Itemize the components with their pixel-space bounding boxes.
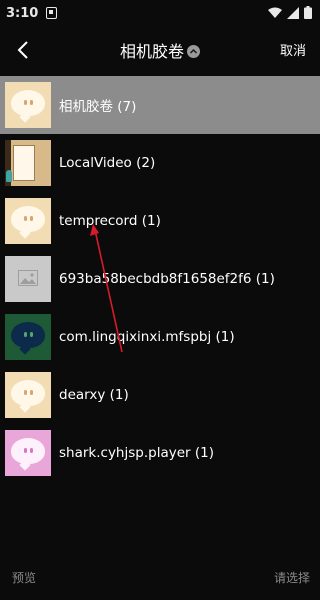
album-thumbnail — [5, 256, 51, 302]
album-label: shark.cyhjsp.player (1) — [59, 445, 214, 461]
notification-icon — [46, 7, 58, 19]
album-row-hash[interactable]: 693ba58becbdb8f1658ef2f6 (1) — [0, 250, 320, 308]
cancel-button[interactable]: 取消 — [280, 40, 306, 59]
album-row-dearxy[interactable]: dearxy (1) — [0, 366, 320, 424]
status-time: 3:10 — [6, 5, 39, 21]
album-label: com.lingqixinxi.mfspbj (1) — [59, 329, 235, 345]
signal-icon — [287, 6, 299, 19]
album-row-camera-roll[interactable]: 相机胶卷 (7) — [0, 76, 320, 134]
chat-bubble-icon — [11, 380, 45, 413]
select-button[interactable]: 请选择 — [274, 569, 310, 586]
chat-bubble-icon — [11, 206, 45, 239]
page-title: 相机胶卷 — [119, 42, 184, 61]
top-bar: 相机胶卷 取消 — [0, 26, 320, 76]
album-thumbnail — [5, 82, 51, 128]
battery-icon — [304, 6, 312, 19]
album-thumbnail — [5, 314, 51, 360]
status-bar: 3:10 — [0, 0, 320, 26]
chevron-up-circle-icon — [187, 45, 200, 58]
chat-bubble-icon — [11, 438, 45, 471]
image-placeholder-icon — [18, 270, 38, 286]
album-list: 相机胶卷 (7) LocalVideo (2) temprecord (1) 6… — [0, 76, 320, 482]
chat-bubble-icon — [11, 90, 45, 123]
album-label: temprecord (1) — [59, 213, 161, 229]
album-row-localvideo[interactable]: LocalVideo (2) — [0, 134, 320, 192]
album-label: LocalVideo (2) — [59, 155, 156, 171]
album-thumbnail — [5, 372, 51, 418]
album-thumbnail — [5, 140, 51, 186]
bottle-icon — [6, 170, 12, 182]
album-label: 相机胶卷 (7) — [59, 99, 137, 115]
album-label: 693ba58becbdb8f1658ef2f6 (1) — [59, 271, 275, 287]
album-thumbnail — [5, 198, 51, 244]
chat-bubble-icon — [11, 322, 45, 355]
album-label: dearxy (1) — [59, 387, 129, 403]
preview-button[interactable]: 预览 — [12, 569, 36, 586]
bottom-bar: 预览 请选择 — [0, 570, 320, 600]
album-title-dropdown[interactable]: 相机胶卷 — [0, 38, 320, 62]
album-row-lingqixinxi[interactable]: com.lingqixinxi.mfspbj (1) — [0, 308, 320, 366]
wifi-icon — [268, 7, 282, 18]
album-row-temprecord[interactable]: temprecord (1) — [0, 192, 320, 250]
status-icons — [268, 6, 312, 19]
album-thumbnail — [5, 430, 51, 476]
album-row-shark[interactable]: shark.cyhjsp.player (1) — [0, 424, 320, 482]
